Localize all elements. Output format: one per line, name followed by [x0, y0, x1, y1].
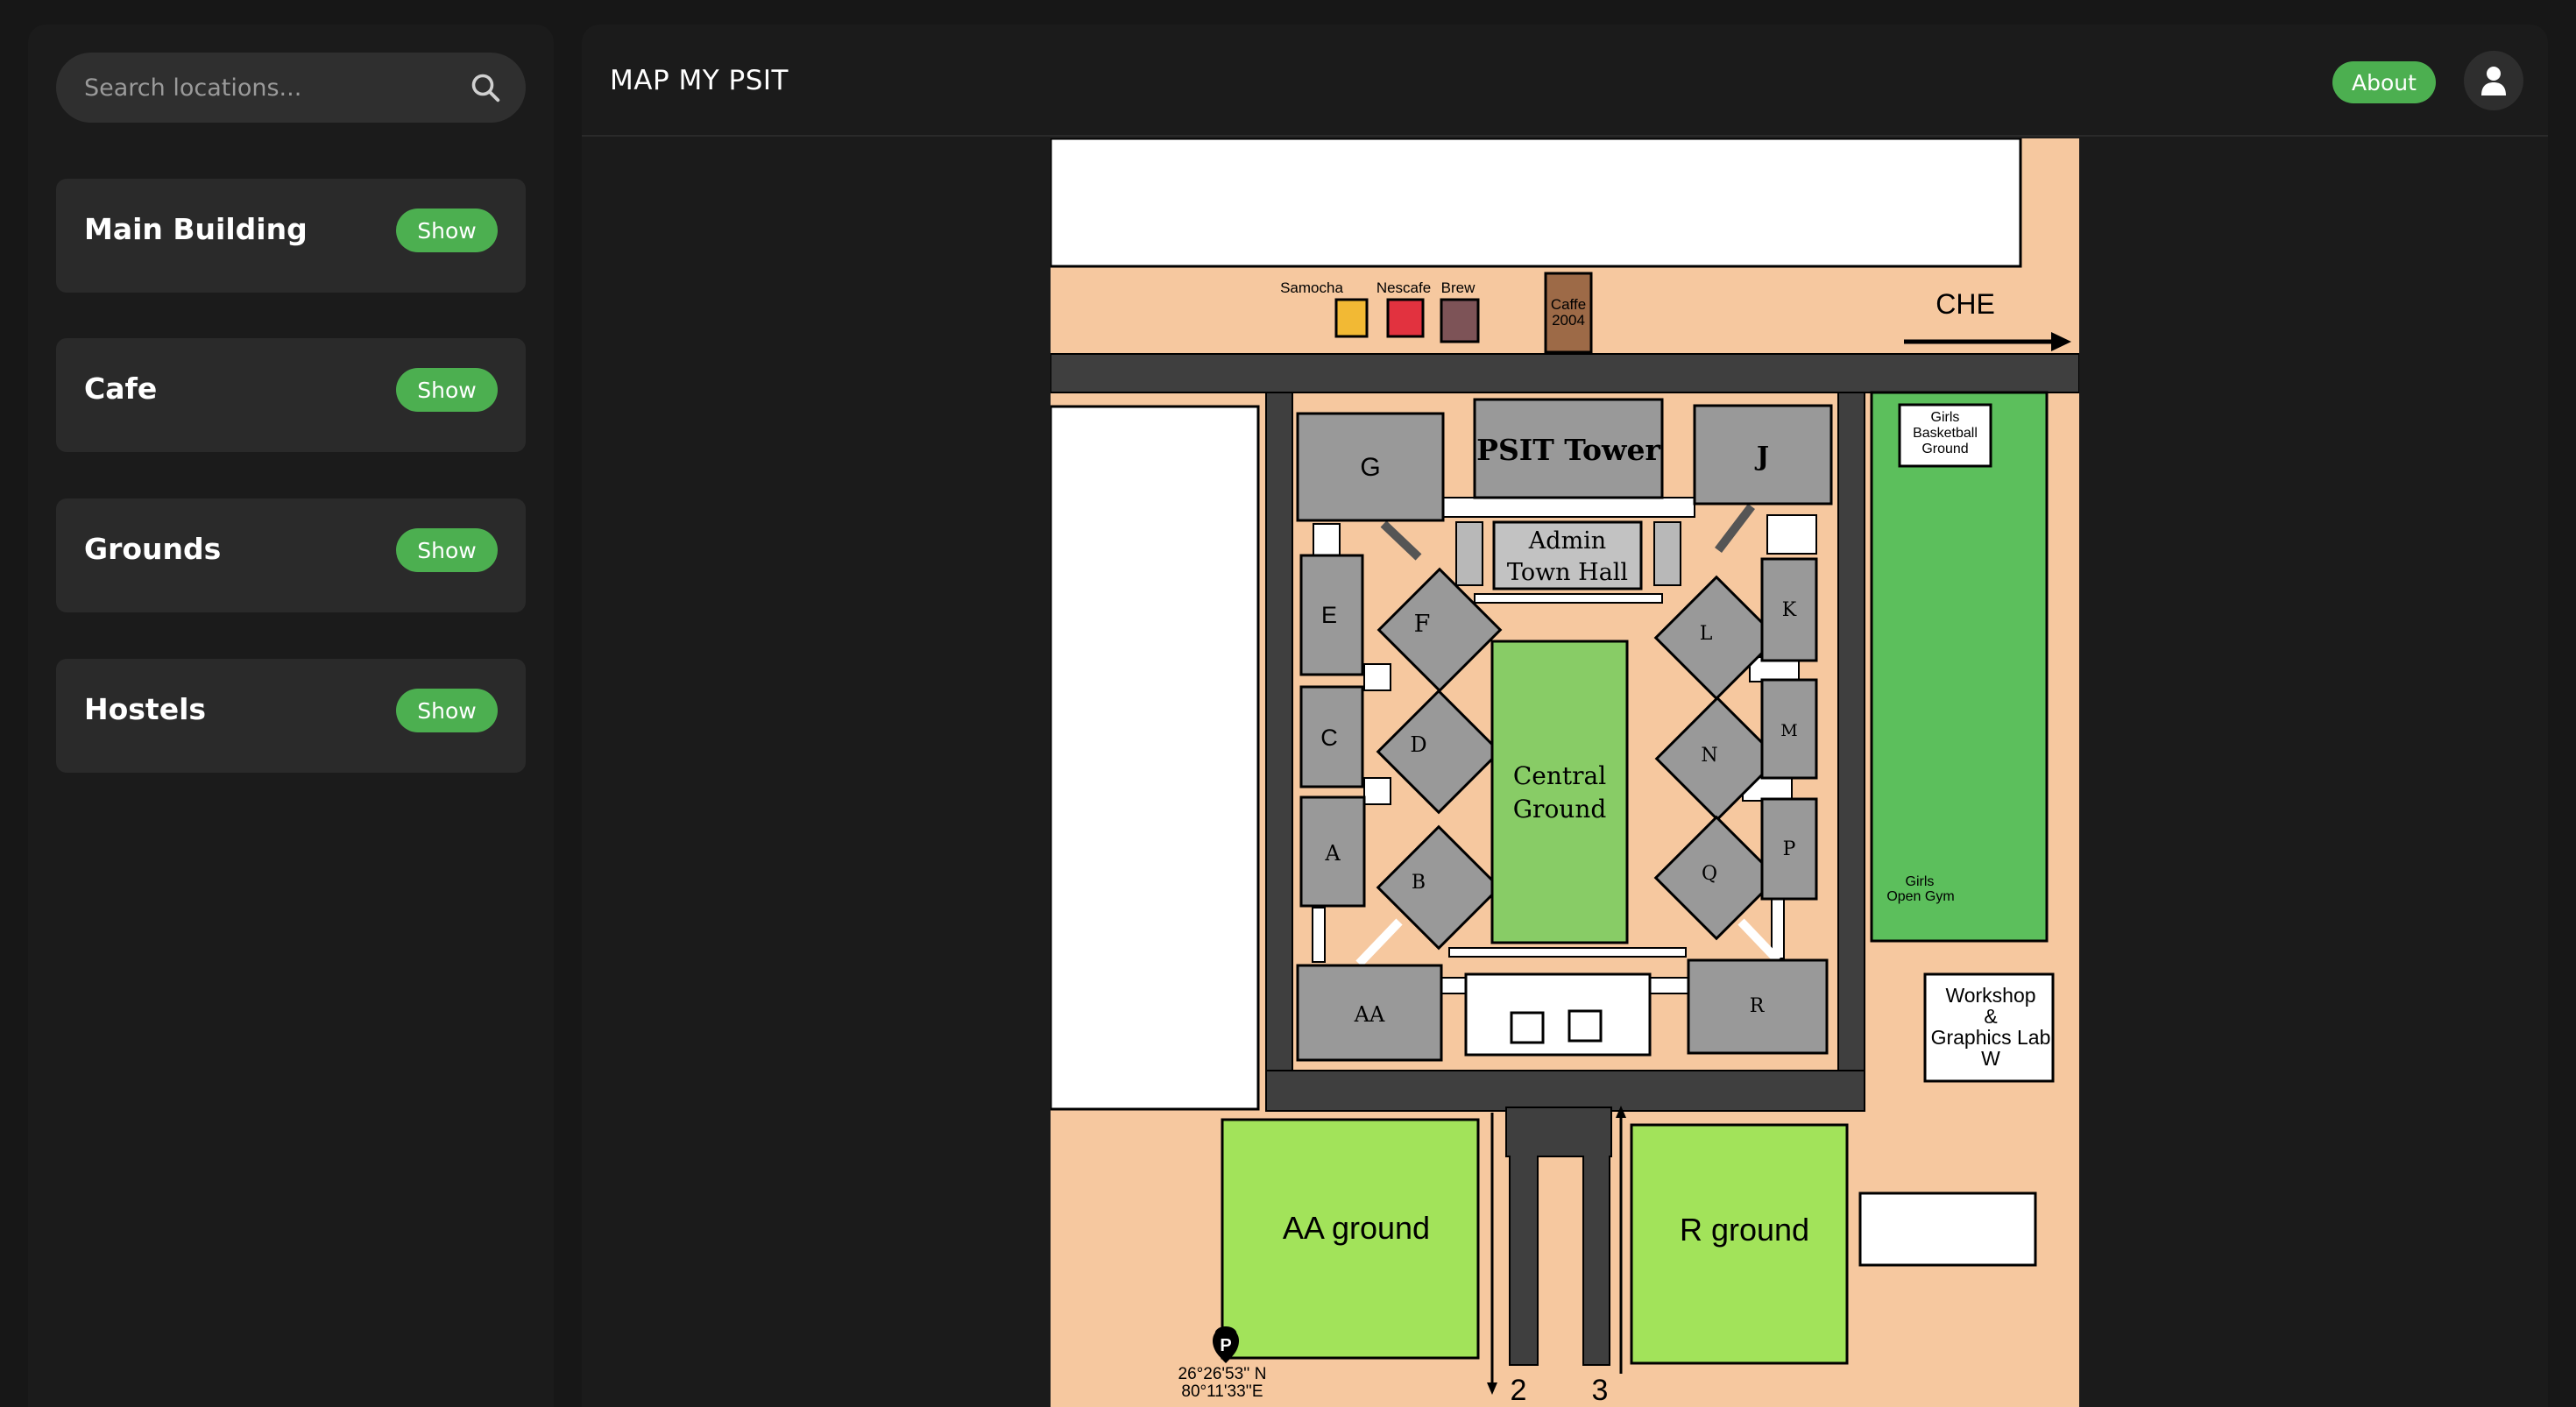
central-ground[interactable]	[1490, 640, 1629, 944]
campus-wall-bottom	[1265, 1070, 1865, 1112]
bottom-right-white-block	[1858, 1191, 2037, 1267]
entrance-room-right	[1568, 1009, 1603, 1043]
show-main-building-button[interactable]: Show	[396, 209, 498, 252]
gate-2-label: 2	[1511, 1374, 1527, 1407]
sidebar: Main Building Show Cafe Show Grounds Sho…	[28, 25, 554, 1407]
svg-text:P: P	[1220, 1336, 1231, 1355]
building-b-label: B	[1412, 872, 1426, 894]
tower-walkway	[1442, 497, 1695, 518]
user-icon	[2481, 67, 2506, 95]
building-p-label: P	[1783, 838, 1796, 860]
connector-a-aa	[1312, 907, 1326, 963]
building-l-label: L	[1700, 623, 1713, 645]
left-white-block	[1051, 405, 1260, 1111]
caffe-label-1: Caffe	[1551, 296, 1586, 313]
admin-label-2: Town Hall	[1507, 559, 1628, 586]
samocha-cafe[interactable]	[1334, 298, 1369, 338]
girls-bb-label-3: Ground	[1921, 442, 1968, 456]
category-label: Main Building	[84, 212, 308, 246]
coords-long: 80°11'33''E	[1181, 1382, 1263, 1401]
category-label: Cafe	[84, 371, 158, 406]
connector-j-k	[1766, 514, 1817, 555]
samocha-label: Samocha	[1280, 279, 1343, 296]
building-r-label: R	[1750, 995, 1766, 1017]
workshop-label-3: Graphics Lab	[1931, 1026, 2051, 1049]
building-aa-label: AA	[1354, 1002, 1385, 1027]
building-m-label: M	[1780, 721, 1797, 740]
brew-label: Brew	[1441, 279, 1476, 296]
building-q-label: Q	[1702, 863, 1717, 885]
user-avatar[interactable]	[2464, 51, 2523, 110]
girls-bb-label-2: Basketball	[1913, 426, 1978, 441]
category-main-building: Main Building Show	[56, 179, 526, 293]
building-g-label: G	[1360, 453, 1380, 482]
campus-map[interactable]: Samocha Nescafe Brew Caffe 2004 CHE G PS…	[1051, 138, 2079, 1407]
workshop-label-1: Workshop	[1945, 984, 2035, 1007]
bottom-walkway	[1448, 947, 1687, 958]
building-k-label: K	[1782, 599, 1797, 621]
admin-pillar-right	[1653, 521, 1681, 586]
aa-ground-label: AA ground	[1283, 1210, 1430, 1246]
admin-label-1: Admin	[1528, 527, 1606, 555]
r-ground-label: R ground	[1680, 1212, 1809, 1248]
building-c-label: C	[1320, 725, 1338, 751]
show-cafe-button[interactable]: Show	[396, 368, 498, 412]
category-label: Hostels	[84, 692, 207, 726]
building-a-label: A	[1324, 841, 1341, 866]
girls-gym-label-2: Open Gym	[1886, 889, 1954, 904]
brew-cafe[interactable]	[1440, 298, 1480, 343]
campus-wall-left	[1265, 392, 1293, 1112]
connector-p-r	[1771, 896, 1785, 959]
top-white-block	[1051, 138, 2022, 268]
category-hostels: Hostels Show	[56, 659, 526, 773]
connector-c-a	[1363, 777, 1391, 805]
central-ground-label-2: Ground	[1513, 795, 1607, 824]
search-input[interactable]	[56, 53, 459, 123]
campus-wall-right	[1837, 392, 1865, 1112]
category-grounds: Grounds Show	[56, 498, 526, 612]
category-label: Grounds	[84, 532, 222, 566]
nescafe-cafe[interactable]	[1386, 298, 1425, 338]
coords-lat: 26°26'53'' N	[1178, 1365, 1267, 1383]
psit-tower-label: PSIT Tower	[1476, 433, 1660, 467]
workshop-label-2: &	[1984, 1005, 1997, 1028]
entrance-block[interactable]	[1464, 972, 1652, 1057]
show-grounds-button[interactable]: Show	[396, 528, 498, 572]
show-hostels-button[interactable]: Show	[396, 689, 498, 732]
workshop-label-4: W	[1981, 1047, 2000, 1070]
central-ground-label-1: Central	[1513, 761, 1606, 790]
connector-e-c	[1363, 663, 1391, 691]
girls-gym-label-1: Girls	[1906, 874, 1935, 889]
building-d-label: D	[1410, 732, 1426, 757]
nescafe-label: Nescafe	[1376, 279, 1431, 296]
top-bar: MAP MY PSIT About	[582, 25, 2548, 137]
search-icon[interactable]	[470, 72, 501, 103]
building-e-label: E	[1321, 602, 1337, 628]
connector-g-e	[1313, 523, 1341, 560]
building-f-label: F	[1414, 611, 1431, 638]
admin-pillar-left	[1455, 521, 1483, 586]
search-bar	[56, 53, 526, 123]
app-title: MAP MY PSIT	[610, 65, 789, 96]
girls-open-gym[interactable]	[1870, 391, 2049, 943]
category-cafe: Cafe Show	[56, 338, 526, 452]
admin-walkway	[1474, 593, 1663, 604]
main-road	[1051, 353, 2079, 393]
che-label: CHE	[1936, 288, 1995, 320]
building-n-label: N	[1701, 745, 1717, 767]
gate-3-label: 3	[1592, 1374, 1609, 1407]
entrance-room-left	[1510, 1011, 1545, 1044]
about-button[interactable]: About	[2332, 61, 2436, 103]
girls-bb-label-1: Girls	[1931, 410, 1960, 425]
caffe-label-2: 2004	[1552, 312, 1585, 329]
building-j-label: J	[1754, 442, 1769, 472]
